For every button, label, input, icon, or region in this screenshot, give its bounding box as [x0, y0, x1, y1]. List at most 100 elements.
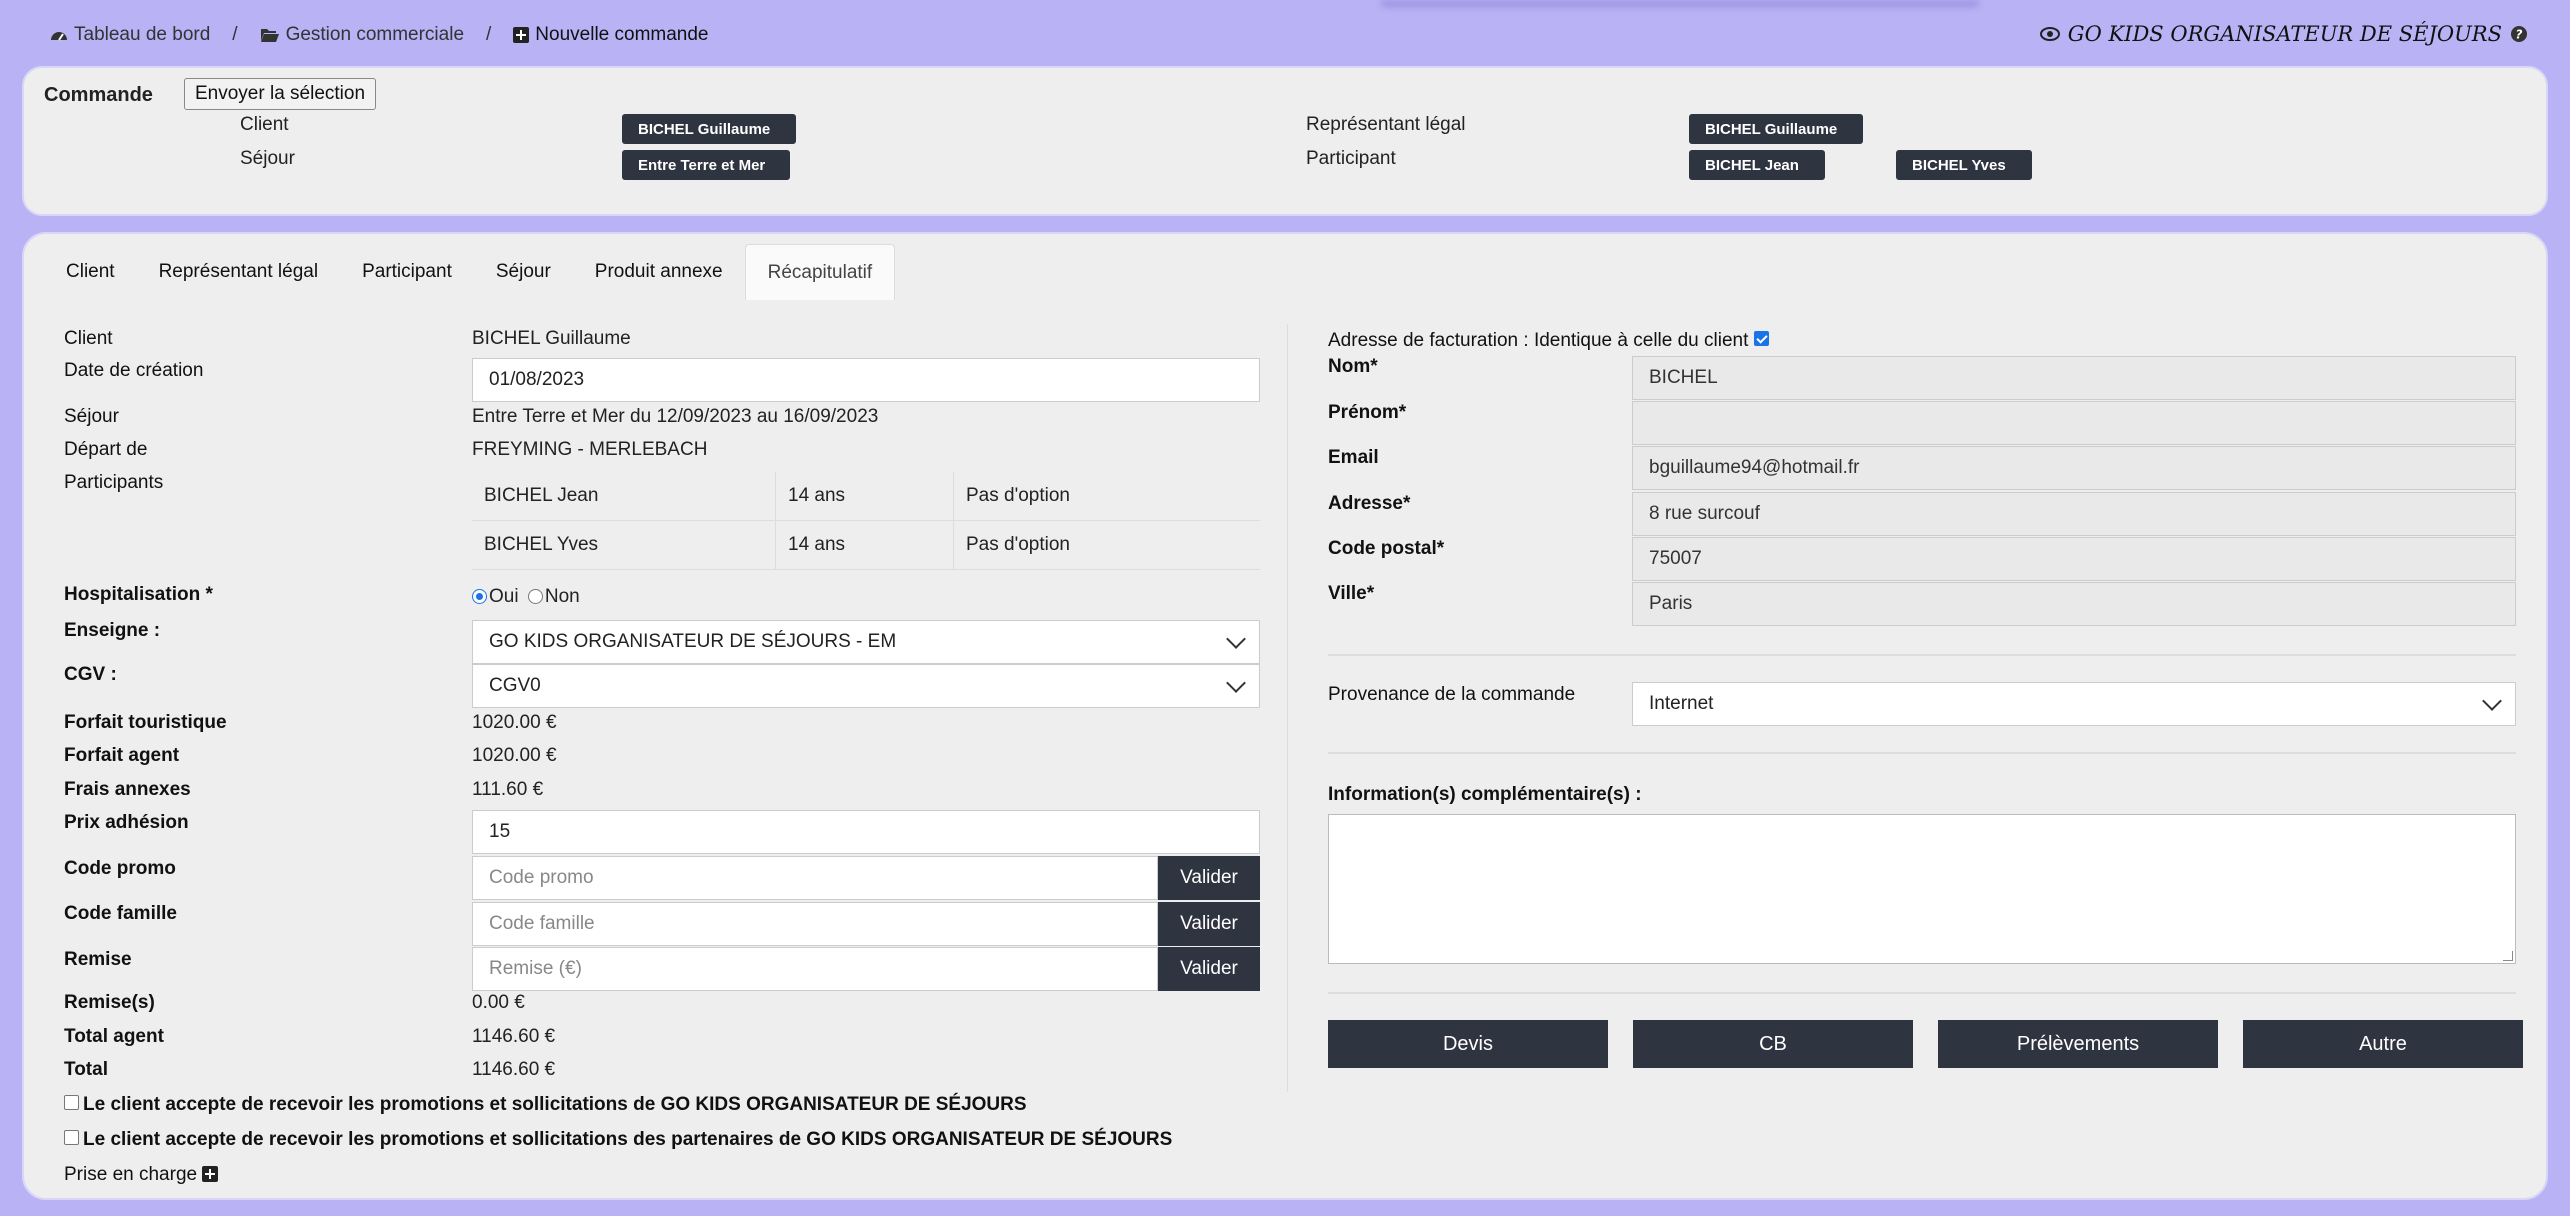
- send-selection-button[interactable]: Envoyer la sélection: [184, 78, 377, 110]
- participants-table: BICHEL Jean 14 ans Pas d'option BICHEL Y…: [472, 472, 1260, 570]
- billing-same-checkbox[interactable]: [1753, 331, 1769, 346]
- breadcrumb-label: Gestion commerciale: [285, 24, 465, 45]
- forfait-touristique-label: Forfait touristique: [64, 712, 227, 733]
- code-promo-valider-button[interactable]: Valider: [1158, 856, 1260, 900]
- consent-partenaires: Le client accepte de recevoir les promot…: [64, 1129, 1172, 1151]
- tab-bar: Client Représentant légal Participant Sé…: [44, 244, 896, 300]
- total-agent-label: Total agent: [64, 1026, 164, 1047]
- tab-produit-annexe[interactable]: Produit annexe: [573, 244, 745, 300]
- sejour-value: Entre Terre et Mer du 12/09/2023 au 16/0…: [472, 406, 879, 427]
- email-input[interactable]: bguillaume94@hotmail.fr: [1632, 446, 2516, 490]
- select-value: Internet: [1649, 693, 1714, 714]
- code-famille-input[interactable]: Code famille: [472, 902, 1158, 946]
- divider: [1328, 992, 2516, 994]
- prix-adhesion-input[interactable]: 15: [472, 810, 1260, 854]
- chevron-down-icon: [2482, 691, 2502, 711]
- sejour-label: Séjour: [64, 406, 119, 427]
- breadcrumb-gestion-commerciale[interactable]: Gestion commerciale: [260, 24, 464, 46]
- info-complementaire-label: Information(s) complémentaire(s) :: [1328, 784, 1642, 805]
- forfait-agent-label: Forfait agent: [64, 745, 180, 766]
- divider: [1328, 752, 2516, 754]
- breadcrumb-dashboard[interactable]: Tableau de bord: [50, 24, 210, 46]
- chevron-down-icon: [1226, 629, 1246, 649]
- tab-sejour[interactable]: Séjour: [474, 244, 573, 300]
- cb-button[interactable]: CB: [1633, 1020, 1913, 1068]
- participant-age: 14 ans: [776, 521, 954, 569]
- question-circle-icon[interactable]: ?: [2510, 25, 2528, 43]
- cgv-select[interactable]: CGV0: [472, 664, 1260, 708]
- code-promo-input[interactable]: Code promo: [472, 856, 1158, 900]
- email-label: Email: [1328, 447, 1379, 468]
- enseigne-select[interactable]: GO KIDS ORGANISATEUR DE SÉJOURS - EM: [472, 620, 1260, 664]
- client-chip[interactable]: BICHEL Guillaume: [622, 114, 796, 144]
- billing-same-as-client: Adresse de facturation : Identique à cel…: [1328, 330, 1773, 352]
- decorative-shadow: [1380, 0, 1980, 8]
- provenance-select[interactable]: Internet: [1632, 682, 2516, 726]
- breadcrumb-separator: /: [486, 24, 492, 45]
- autre-button[interactable]: Autre: [2243, 1020, 2523, 1068]
- code-famille-valider-button[interactable]: Valider: [1158, 902, 1260, 946]
- consent-partenaires-label: Le client accepte de recevoir les promot…: [83, 1129, 1173, 1150]
- provenance-label: Provenance de la commande: [1328, 684, 1576, 705]
- remise-valider-button[interactable]: Valider: [1158, 947, 1260, 991]
- info-complementaire-textarea[interactable]: [1328, 814, 2516, 964]
- total-value: 1146.60 €: [472, 1059, 556, 1080]
- radio-label: Oui: [489, 586, 519, 607]
- code-postal-label: Code postal*: [1328, 538, 1445, 559]
- tab-participant[interactable]: Participant: [340, 244, 474, 300]
- representant-chip[interactable]: BICHEL Guillaume: [1689, 114, 1863, 144]
- date-creation-input[interactable]: 01/08/2023: [472, 358, 1260, 402]
- participant-option: Pas d'option: [966, 534, 1070, 555]
- code-promo-label: Code promo: [64, 858, 176, 879]
- cgv-label: CGV :: [64, 664, 117, 685]
- prise-en-charge[interactable]: Prise en charge: [64, 1164, 219, 1186]
- breadcrumb-nouvelle-commande: Nouvelle commande: [513, 24, 709, 46]
- ville-label: Ville*: [1328, 583, 1375, 604]
- table-row: BICHEL Yves 14 ans Pas d'option: [472, 521, 1260, 570]
- forfait-touristique-value: 1020.00 €: [472, 712, 557, 733]
- chevron-down-icon: [1226, 673, 1246, 693]
- prenom-label: Prénom*: [1328, 402, 1407, 423]
- ville-input[interactable]: Paris: [1632, 582, 2516, 626]
- summary-participant-label: Participant: [1306, 148, 1396, 169]
- svg-text:?: ?: [2516, 28, 2523, 42]
- tab-client[interactable]: Client: [44, 244, 137, 300]
- plus-square-icon: [513, 27, 530, 43]
- participants-label: Participants: [64, 472, 164, 493]
- select-value: GO KIDS ORGANISATEUR DE SÉJOURS - EM: [489, 631, 897, 652]
- remise-input[interactable]: Remise (€): [472, 947, 1158, 991]
- adresse-label: Adresse*: [1328, 493, 1411, 514]
- radio-label: Non: [544, 586, 580, 607]
- breadcrumb-label: Tableau de bord: [74, 24, 211, 45]
- brand-label: GO KIDS ORGANISATEUR DE SÉJOURS: [2067, 22, 2502, 46]
- participant-age: 14 ans: [776, 472, 954, 520]
- hospitalisation-oui-radio[interactable]: [472, 589, 487, 604]
- hospitalisation-non-radio[interactable]: [527, 589, 543, 604]
- prenom-input[interactable]: [1632, 401, 2516, 445]
- consent-promotions-checkbox[interactable]: [64, 1095, 79, 1110]
- billing-same-label: Adresse de facturation : Identique à cel…: [1328, 330, 1749, 351]
- client-label: Client: [64, 328, 113, 349]
- sejour-chip[interactable]: Entre Terre et Mer: [622, 150, 790, 180]
- participant-chip-1[interactable]: BICHEL Jean: [1689, 150, 1825, 180]
- divider: [1328, 654, 2516, 656]
- commande-title: Commande: [44, 84, 153, 106]
- nom-input[interactable]: BICHEL: [1632, 356, 2516, 400]
- brand[interactable]: GO KIDS ORGANISATEUR DE SÉJOURS ?: [2039, 22, 2528, 46]
- main-panel: Client Représentant légal Participant Sé…: [22, 232, 2548, 1200]
- participant-chip-2[interactable]: BICHEL Yves: [1896, 150, 2032, 180]
- tab-recapitulatif[interactable]: Récapitulatif: [744, 244, 896, 300]
- resize-handle-icon[interactable]: [2503, 951, 2513, 961]
- breadcrumb-label: Nouvelle commande: [535, 24, 709, 45]
- devis-button[interactable]: Devis: [1328, 1020, 1608, 1068]
- consent-partenaires-checkbox[interactable]: [64, 1130, 79, 1145]
- eye-icon: [2039, 27, 2060, 41]
- plus-square-icon[interactable]: [202, 1166, 219, 1182]
- prelevements-button[interactable]: Prélèvements: [1938, 1020, 2218, 1068]
- code-postal-input[interactable]: 75007: [1632, 537, 2516, 581]
- participant-name: BICHEL Jean: [472, 472, 776, 520]
- adresse-input[interactable]: 8 rue surcouf: [1632, 492, 2516, 536]
- tab-representant-legal[interactable]: Représentant légal: [137, 244, 341, 300]
- summary-representant-label: Représentant légal: [1306, 114, 1466, 135]
- code-famille-label: Code famille: [64, 903, 177, 924]
